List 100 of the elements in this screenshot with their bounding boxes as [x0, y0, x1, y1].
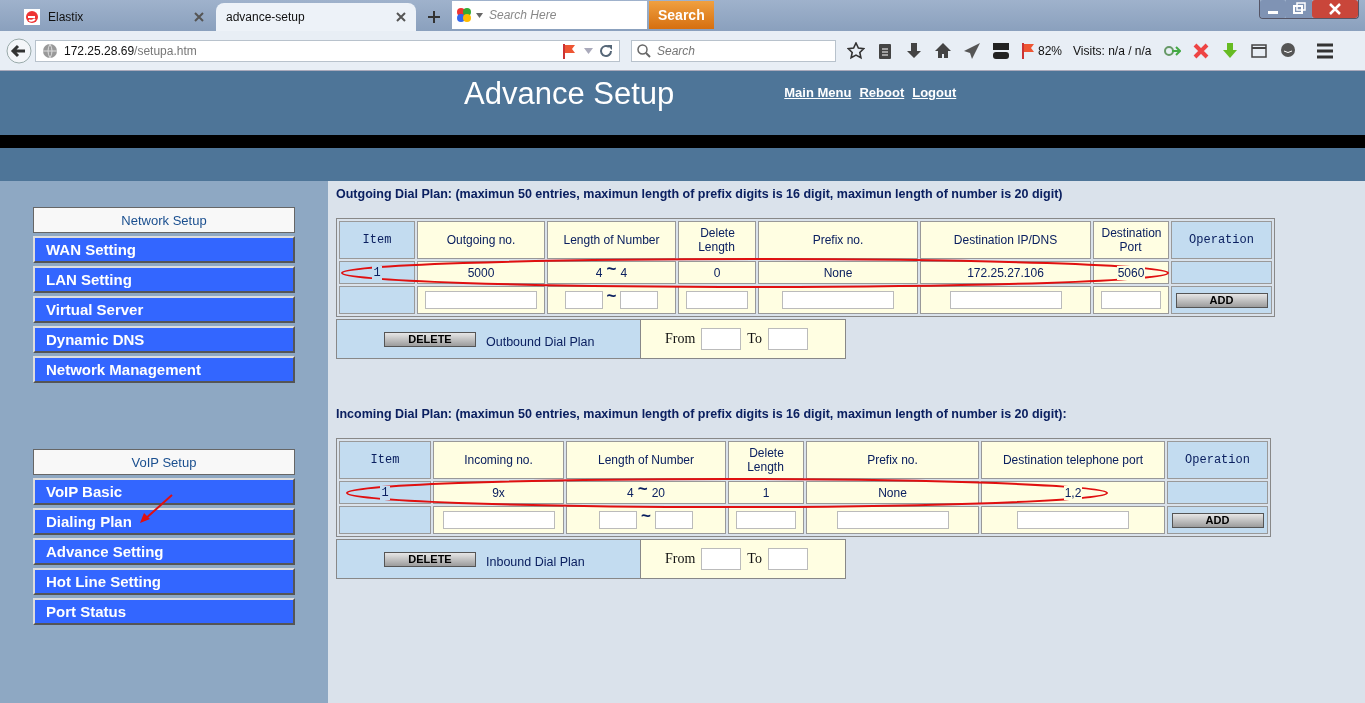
sidebar-item[interactable]: Dialing Plan	[33, 508, 295, 535]
arrow-annotation	[138, 493, 174, 525]
close-window-icon[interactable]	[1312, 0, 1358, 18]
table-cell: 4	[595, 265, 603, 280]
download-icon[interactable]	[905, 41, 923, 60]
sidebar-item[interactable]: LAN Setting	[33, 266, 295, 293]
column-header: Outgoing no.	[417, 221, 545, 259]
column-header: Length of Number	[566, 441, 726, 479]
sidebar-item[interactable]: WAN Setting	[33, 236, 295, 263]
back-icon[interactable]	[6, 37, 32, 64]
site-logo-icon	[24, 9, 40, 25]
paper-plane-icon[interactable]	[963, 41, 981, 60]
to-label: To	[747, 331, 762, 347]
restore-icon[interactable]	[1286, 0, 1312, 18]
clipboard-icon[interactable]	[876, 41, 894, 60]
reload-icon[interactable]	[599, 43, 613, 58]
flag-icon	[562, 42, 578, 59]
input-field[interactable]	[949, 291, 1062, 309]
column-header: Destination telephone port	[981, 441, 1165, 479]
browser-tab[interactable]: Elastix	[14, 3, 214, 31]
visits-counter: Visits: n/a / n/a	[1073, 43, 1152, 58]
sidebar-item[interactable]: Dynamic DNS	[33, 326, 295, 353]
from-field[interactable]	[701, 548, 742, 570]
column-header: Operation	[1171, 221, 1272, 259]
page-title: Advance Setup	[464, 76, 675, 112]
column-header: Length of Number	[547, 221, 676, 259]
menu-icon[interactable]	[1315, 41, 1334, 60]
input-field[interactable]	[654, 511, 693, 529]
input-field[interactable]	[564, 291, 603, 309]
section-title: Outgoing Dial Plan: (maximun 50 entries, maximun length of prefix digits is 16 digit, maximun length of number is 20 digit)	[336, 187, 1064, 201]
chat-icon[interactable]	[1278, 41, 1297, 60]
table-cell: 1	[728, 481, 804, 504]
input-field[interactable]	[620, 291, 659, 309]
tilde-sign: ~	[637, 478, 648, 499]
caret-icon	[476, 12, 483, 18]
input-field[interactable]	[442, 511, 555, 529]
delete-button[interactable]: DELETE	[384, 551, 476, 567]
browser-tab[interactable]: advance-setup	[216, 3, 416, 31]
search-icon	[637, 43, 651, 58]
new-tab-icon[interactable]	[428, 11, 440, 23]
column-header: Delete Length	[678, 221, 756, 259]
sidebar-item[interactable]: Network Management	[33, 356, 295, 383]
cross-icon[interactable]	[1191, 41, 1210, 60]
close-icon[interactable]	[396, 12, 406, 22]
table-cell: 0	[678, 261, 756, 284]
close-icon[interactable]	[194, 12, 204, 22]
column-header: Operation	[1167, 441, 1268, 479]
web-search-box[interactable]: Search Here	[452, 1, 647, 29]
sidebar-item[interactable]: Port Status	[33, 598, 295, 625]
table-cell: 4	[620, 265, 628, 280]
window-icon[interactable]	[1249, 41, 1268, 60]
table-cell: None	[806, 481, 979, 504]
to-label: To	[747, 551, 762, 567]
sidebar-item[interactable]: Advance Setting	[33, 538, 295, 565]
table-cell: 5060	[1093, 261, 1169, 284]
search-box[interactable]: Search	[631, 39, 836, 62]
sidebar-item[interactable]: VoIP Basic	[33, 478, 295, 505]
column-header: Item	[339, 441, 431, 479]
home-icon[interactable]	[934, 41, 952, 60]
delete-button[interactable]: DELETE	[384, 331, 476, 347]
to-field[interactable]	[767, 548, 808, 570]
sidebar-item[interactable]: Hot Line Setting	[33, 568, 295, 595]
section-heading: VoIP Setup	[33, 449, 295, 475]
from-field[interactable]	[701, 328, 742, 350]
table-cell: 4	[627, 485, 634, 500]
column-header: Prefix no.	[758, 221, 918, 259]
tilde-sign: ~	[641, 506, 651, 526]
input-field[interactable]	[836, 511, 949, 529]
sidebar-item[interactable]: Virtual Server	[33, 296, 295, 323]
zoom-level: 82%	[1038, 43, 1063, 58]
column-header: Delete Length	[728, 441, 804, 479]
nav-link[interactable]: Reboot	[859, 85, 905, 100]
to-field[interactable]	[767, 328, 808, 350]
nav-link[interactable]: Logout	[912, 85, 957, 100]
arrow-down-icon[interactable]	[1220, 41, 1239, 60]
search-button[interactable]: Search	[649, 1, 714, 29]
table-cell: 1,2	[981, 481, 1165, 504]
column-header: Destination IP/DNS	[920, 221, 1091, 259]
delete-label: Inbound Dial Plan	[486, 555, 585, 569]
input-field[interactable]	[782, 291, 894, 309]
input-field[interactable]	[736, 511, 796, 529]
address-bar[interactable]: 172.25.28.69/setupa.htm	[35, 39, 620, 62]
input-field[interactable]	[599, 511, 638, 529]
input-field[interactable]	[1017, 511, 1129, 529]
url-text: 172.25.28.69/setupa.htm	[64, 43, 197, 58]
add-button[interactable]: ADD	[1171, 512, 1264, 528]
column-header: Destination Port	[1093, 221, 1169, 259]
input-field[interactable]	[425, 291, 537, 309]
section-title: Incoming Dial Plan: (maximun 50 entries, maximun length of prefix digits is 16 digit, maximun length of number is 20 digit):	[336, 407, 1068, 421]
nav-link[interactable]: Main Menu	[784, 85, 852, 100]
add-button[interactable]: ADD	[1175, 292, 1268, 308]
input-field[interactable]	[1101, 291, 1161, 309]
caret-icon[interactable]	[584, 47, 593, 54]
minimize-icon[interactable]	[1260, 0, 1286, 18]
input-field[interactable]	[686, 291, 748, 309]
from-label: From	[665, 551, 696, 567]
star-icon[interactable]	[847, 41, 865, 60]
delete-label: Outbound Dial Plan	[486, 335, 595, 349]
from-label: From	[665, 331, 696, 347]
table-cell: None	[758, 261, 918, 284]
